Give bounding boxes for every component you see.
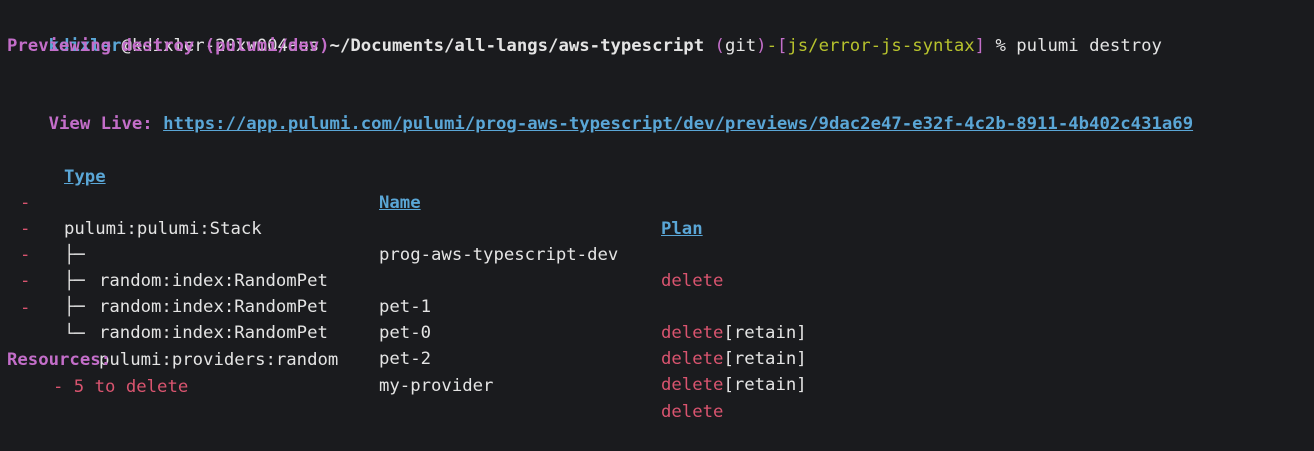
prompt-git-close: ) bbox=[756, 36, 767, 56]
row-plan-retain: [retain] bbox=[723, 323, 807, 343]
row-plan: delete bbox=[661, 349, 724, 369]
row-plan: delete bbox=[661, 402, 724, 422]
row-name: pet-0 bbox=[379, 323, 432, 343]
row-plan-group: delete[retain] bbox=[661, 372, 807, 398]
terminal-window[interactable]: kdixler@kdixler-20xw004aus ~/Documents/a… bbox=[0, 0, 1314, 422]
row-type: random:index:RandomPet bbox=[99, 323, 328, 343]
prompt-branch-name: js/error-js-syntax bbox=[787, 36, 975, 56]
row-plan-group: delete[retain] bbox=[661, 346, 807, 372]
row-name: my-provider bbox=[379, 376, 494, 396]
view-live-link[interactable]: https://app.pulumi.com/pulumi/prog-aws-t… bbox=[163, 114, 1193, 134]
prompt-git-open: ( bbox=[704, 36, 725, 56]
resources-summary: - 5 to delete bbox=[53, 377, 189, 397]
row-type: pulumi:providers:random bbox=[99, 350, 339, 370]
view-live-line: View Live: https://app.pulumi.com/pulumi… bbox=[7, 85, 1193, 134]
prompt-branch-close: ] bbox=[974, 36, 986, 56]
resource-table-header: Type Name Plan bbox=[0, 138, 1314, 239]
row-tree-branch: ├─ bbox=[64, 297, 96, 317]
row-plan-retain: [retain] bbox=[723, 349, 807, 369]
prompt-git-label: git bbox=[724, 36, 757, 56]
row-operation-marker: - bbox=[20, 298, 31, 318]
row-name: pet-2 bbox=[379, 349, 432, 369]
row-plan-retain: [retain] bbox=[723, 375, 807, 395]
row-plan: delete bbox=[661, 323, 724, 343]
row-plan-group: delete[retain] bbox=[661, 320, 807, 346]
table-row: - ├─ random:index:RandomPet pet-1 delete… bbox=[0, 190, 1314, 343]
table-row: - pulumi:pulumi:Stack prog-aws-typescrip… bbox=[0, 164, 1314, 291]
shell-prompt-line: kdixler@kdixler-20xw004aus ~/Documents/a… bbox=[7, 7, 1162, 56]
prompt-branch-dash: - bbox=[766, 36, 777, 56]
prompt-path: ~/Documents/all-langs/aws-typescript bbox=[319, 36, 705, 56]
row-name: pet-1 bbox=[379, 297, 432, 317]
table-row: - └─ pulumi:providers:random my-provider… bbox=[0, 269, 1314, 422]
row-type: random:index:RandomPet bbox=[99, 297, 328, 317]
row-tree-branch: └─ bbox=[64, 324, 96, 344]
prompt-branch-open: [ bbox=[776, 36, 788, 56]
preview-status-line: Previewing destroy (pulumi/dev) bbox=[7, 36, 330, 56]
view-live-label: View Live: bbox=[48, 114, 164, 134]
row-plan: delete bbox=[661, 375, 724, 395]
resources-label: Resources: bbox=[7, 350, 112, 370]
prompt-command: % pulumi destroy bbox=[985, 36, 1162, 56]
table-row: - ├─ random:index:RandomPet pet-2 delete… bbox=[0, 242, 1314, 395]
table-row: - ├─ random:index:RandomPet pet-0 delete… bbox=[0, 216, 1314, 369]
